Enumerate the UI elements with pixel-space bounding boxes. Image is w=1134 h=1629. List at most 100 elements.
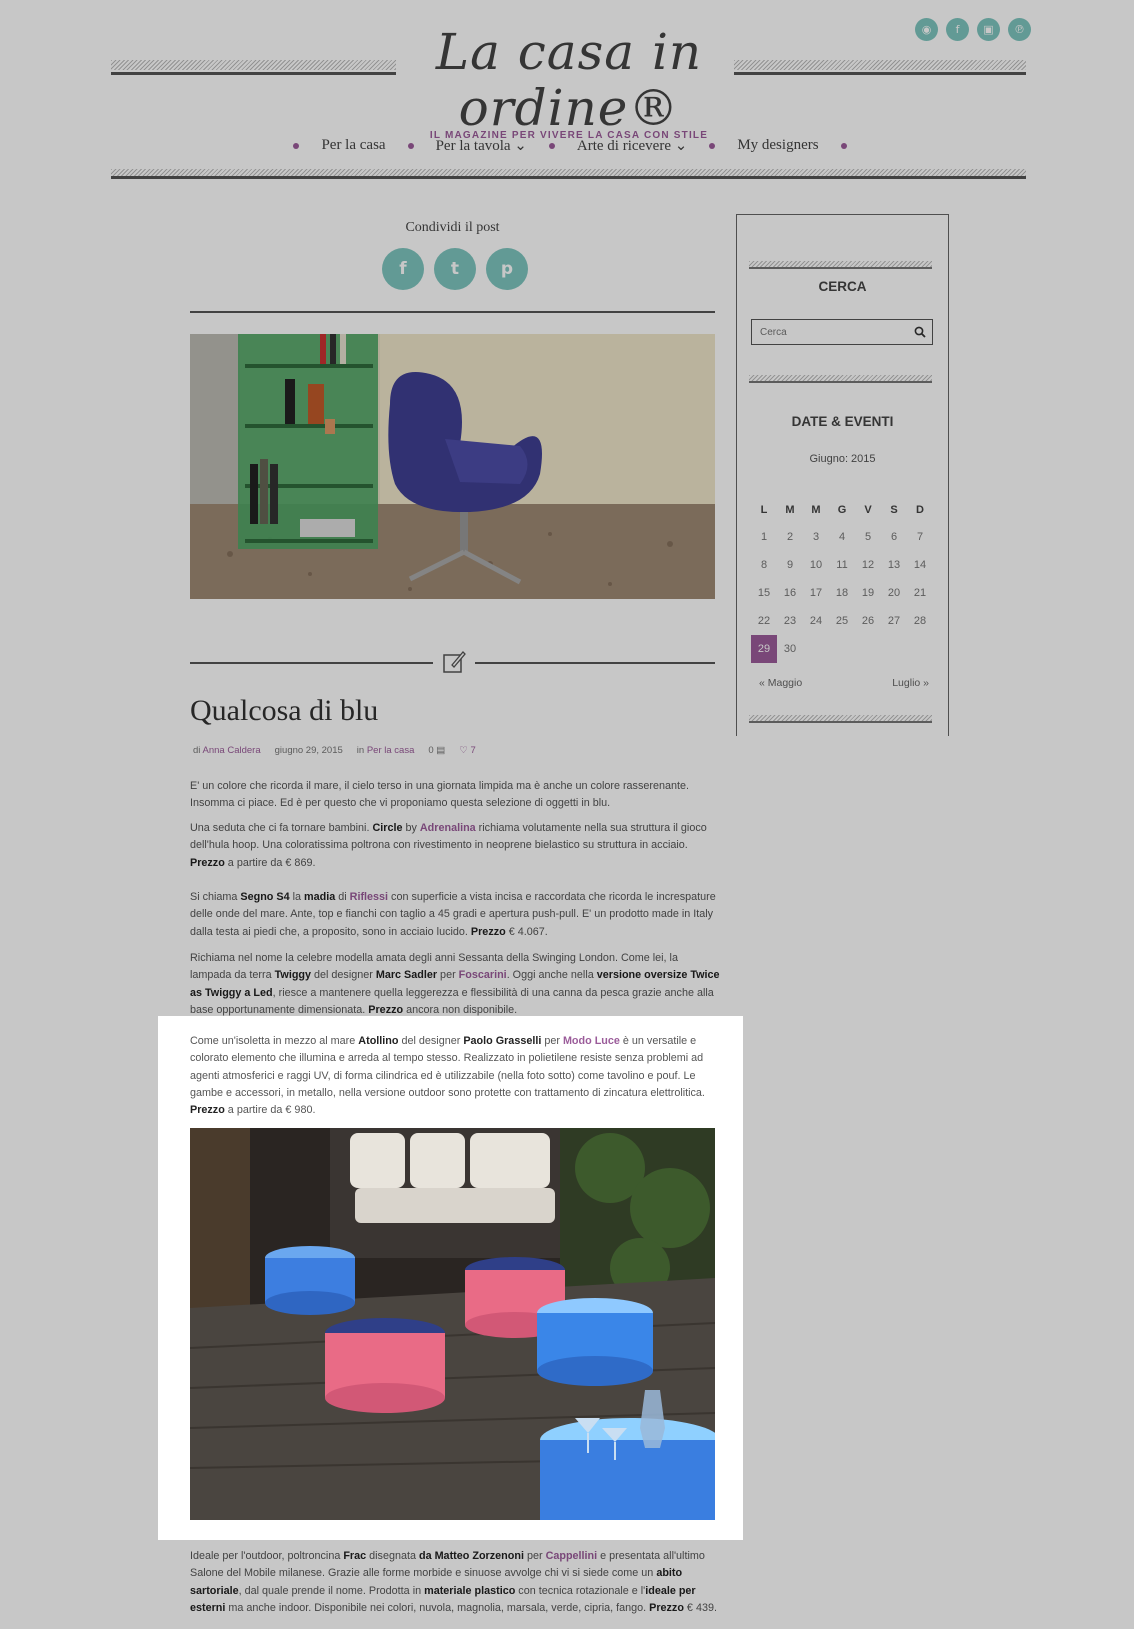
share-facebook-icon[interactable]: f (382, 248, 424, 290)
calendar-day: 7 (916, 531, 924, 543)
site-logo[interactable]: La casa in ordine® IL MAGAZINE PER VIVER… (389, 24, 749, 141)
calendar-day-today: 29 (751, 635, 777, 663)
sidebar: CERCA DATE & EVENTI Giugno: 2015 L M M G V S D… (736, 214, 949, 736)
calendar-day: 11 (836, 559, 848, 571)
calendar-day: 21 (913, 587, 927, 599)
brand-link-adrenalina[interactable]: Adrenalina (420, 822, 476, 834)
facebook-icon[interactable]: f (946, 18, 969, 41)
calendar-day: 27 (887, 615, 901, 627)
calendar-empty (829, 635, 855, 663)
calendar-day: 8 (760, 559, 768, 571)
calendar-weekday: G (837, 504, 847, 516)
calendar-weekday: M (811, 504, 821, 516)
main-nav: Per la casa Per la tavola ⌄ Arte di rice… (6, 136, 1134, 155)
post-paragraph-4: Richiama nel nome la celebre modella ama… (190, 952, 720, 1016)
calendar-weekday: L (760, 504, 768, 516)
calendar-day: 22 (757, 615, 771, 627)
brand-link-cappellini[interactable]: Cappellini (546, 1550, 598, 1562)
calendar-weekday: M (785, 504, 795, 516)
brand-link-riflessi[interactable]: Riflessi (350, 891, 388, 903)
calendar-nav: « Maggio Luglio » (759, 677, 929, 689)
calendar-day: 25 (835, 615, 849, 627)
post-paragraph-2: Una seduta che ci fa tornare bambini. Ci… (190, 822, 707, 869)
calendar-day: 24 (809, 615, 823, 627)
calendar-day: 23 (783, 615, 797, 627)
post-paragraph-6: Ideale per l'outdoor, poltroncina Frac d… (190, 1550, 717, 1614)
share-twitter-icon[interactable]: t (434, 248, 476, 290)
calendar-day: 10 (809, 559, 823, 571)
calendar-day: 16 (783, 587, 797, 599)
comment-count[interactable]: 0 ▤ (428, 745, 445, 756)
calendar-empty (855, 635, 881, 663)
brand-link-foscarini[interactable]: Foscarini (459, 969, 507, 981)
rss-icon[interactable]: ◉ (915, 18, 938, 41)
post-paragraph-1: E' un colore che ricorda il mare, il cie… (190, 780, 689, 810)
nav-dot (407, 142, 414, 149)
sidebar-rule (749, 375, 932, 383)
calendar-day: 3 (812, 531, 820, 543)
share-pinterest-icon[interactable]: p (486, 248, 528, 290)
instagram-icon[interactable]: ▣ (977, 18, 1000, 41)
calendar-next-link[interactable]: Luglio » (892, 677, 929, 689)
pinterest-icon[interactable]: ℗ (1008, 18, 1031, 41)
page: ◉ f ▣ ℗ La casa in ordine® IL MAGAZINE P… (6, 4, 1134, 1629)
calendar-day: 26 (861, 615, 875, 627)
nav-item-per-la-tavola[interactable]: Per la tavola ⌄ (436, 136, 527, 155)
calendar-month: Giugno: 2015 (809, 453, 876, 465)
calendar-prev-link[interactable]: « Maggio (759, 677, 802, 689)
share-divider (190, 311, 715, 313)
post-category: in Per la casa (356, 745, 415, 756)
post-paragraph-5: Come un'isoletta in mezzo al mare Atolli… (190, 1035, 705, 1117)
nav-item-arte-di-ricevere[interactable]: Arte di ricevere ⌄ (577, 136, 687, 155)
nav-dot (548, 142, 555, 149)
nav-rule (111, 169, 1026, 179)
calendar-weekday: S (890, 504, 898, 516)
search-title: CERCA (818, 279, 867, 294)
social-links: ◉ f ▣ ℗ (915, 18, 1031, 41)
calendar-day: 9 (786, 559, 794, 571)
calendar-empty (803, 635, 829, 663)
category-link[interactable]: Per la casa (367, 745, 415, 756)
calendar-day: 19 (861, 587, 875, 599)
search-input[interactable] (752, 326, 908, 338)
calendar-day: 20 (887, 587, 901, 599)
like-count[interactable]: ♡ 7 (459, 745, 475, 756)
events-title: DATE & EVENTI (791, 414, 894, 429)
post-paragraph-3: Si chiama Segno S4 la madia di Riflessi … (190, 891, 716, 938)
search-icon[interactable] (908, 326, 932, 338)
share-title: Condividi il post (405, 220, 500, 235)
post-divider (190, 650, 715, 676)
nav-item-my-designers[interactable]: My designers (737, 137, 818, 154)
calendar-empty (881, 635, 907, 663)
calendar-empty (907, 635, 933, 663)
calendar-day: 14 (913, 559, 927, 571)
calendar-day: 18 (835, 587, 849, 599)
calendar-day: 2 (786, 531, 794, 543)
nav-dot (293, 142, 300, 149)
search-box (751, 319, 933, 345)
share-buttons: f t p (382, 248, 528, 290)
calendar-day: 12 (861, 559, 875, 571)
post-title: Qualcosa di blu (190, 694, 379, 727)
post-date: giugno 29, 2015 (274, 745, 343, 756)
calendar-day: 4 (838, 531, 846, 543)
post-meta: di Anna Caldera giugno 29, 2015 in Per l… (193, 745, 476, 756)
calendar-day: 6 (890, 531, 898, 543)
sidebar-rule (749, 715, 932, 723)
edit-icon (443, 651, 466, 673)
calendar-day: 15 (757, 587, 771, 599)
calendar-day: 30 (783, 643, 797, 655)
calendar-day: 1 (760, 531, 768, 543)
logo-text: La casa in ordine® (435, 23, 703, 137)
calendar: LMMGVSD 1 2 3 4 5 6 7 8 9 10 11 12 13 14 15 16 17 18 19 20 2… (751, 497, 933, 663)
calendar-day: 17 (809, 587, 823, 599)
calendar-weekday: V (864, 504, 872, 516)
calendar-weekday: D (916, 504, 924, 516)
author-link[interactable]: Anna Caldera (203, 745, 261, 756)
nav-item-per-la-casa[interactable]: Per la casa (321, 137, 385, 154)
nav-dot (840, 142, 847, 149)
sidebar-rule (749, 261, 932, 269)
calendar-day: 5 (864, 531, 872, 543)
brand-link-modo-luce[interactable]: Modo Luce (563, 1035, 620, 1047)
hero-image-armchair (190, 334, 715, 599)
